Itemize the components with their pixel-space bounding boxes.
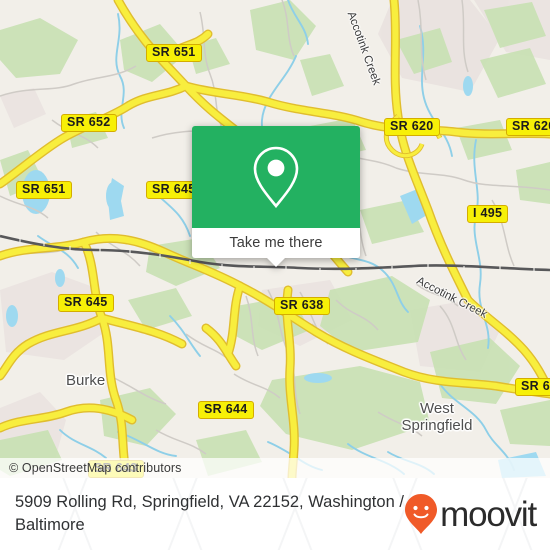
road-shield: SR 620: [506, 118, 550, 136]
moovit-pin-icon: [405, 494, 438, 534]
osm-attribution-text: © OpenStreetMap contributors: [9, 461, 182, 475]
road-shield: SR 644: [515, 378, 550, 396]
moovit-logo[interactable]: moovit: [404, 493, 537, 535]
popup-pointer: [267, 258, 285, 267]
map-viewport[interactable]: SR 651 SR 652 SR 620 SR 620 SR 651 SR 64…: [0, 0, 550, 478]
map-attribution-bar: © OpenStreetMap contributors: [0, 458, 550, 478]
place-label-burke: Burke: [66, 372, 106, 389]
location-popup[interactable]: Take me there: [192, 126, 360, 267]
road-shield: SR 651: [146, 44, 202, 62]
take-me-there-button[interactable]: Take me there: [192, 228, 360, 258]
road-shield: SR 620: [384, 118, 440, 136]
road-shield: SR 652: [61, 114, 117, 132]
road-shield: SR 644: [198, 401, 254, 419]
screenshot-root: SR 651 SR 652 SR 620 SR 620 SR 651 SR 64…: [0, 0, 550, 550]
road-shield: SR 645: [58, 294, 114, 312]
road-shield: SR 651: [16, 181, 72, 199]
map-pin-icon: [253, 146, 299, 209]
take-me-there-label: Take me there: [229, 235, 323, 251]
popup-graphic: [192, 126, 360, 228]
road-shield: SR 638: [274, 297, 330, 315]
place-label-west-springfield: West Springfield: [401, 400, 473, 434]
address-text: 5909 Rolling Rd, Springfield, VA 22152, …: [15, 493, 404, 534]
moovit-wordmark: moovit: [440, 494, 537, 534]
footer-bar: 5909 Rolling Rd, Springfield, VA 22152, …: [0, 478, 550, 550]
road-shield: I 495: [467, 205, 509, 223]
